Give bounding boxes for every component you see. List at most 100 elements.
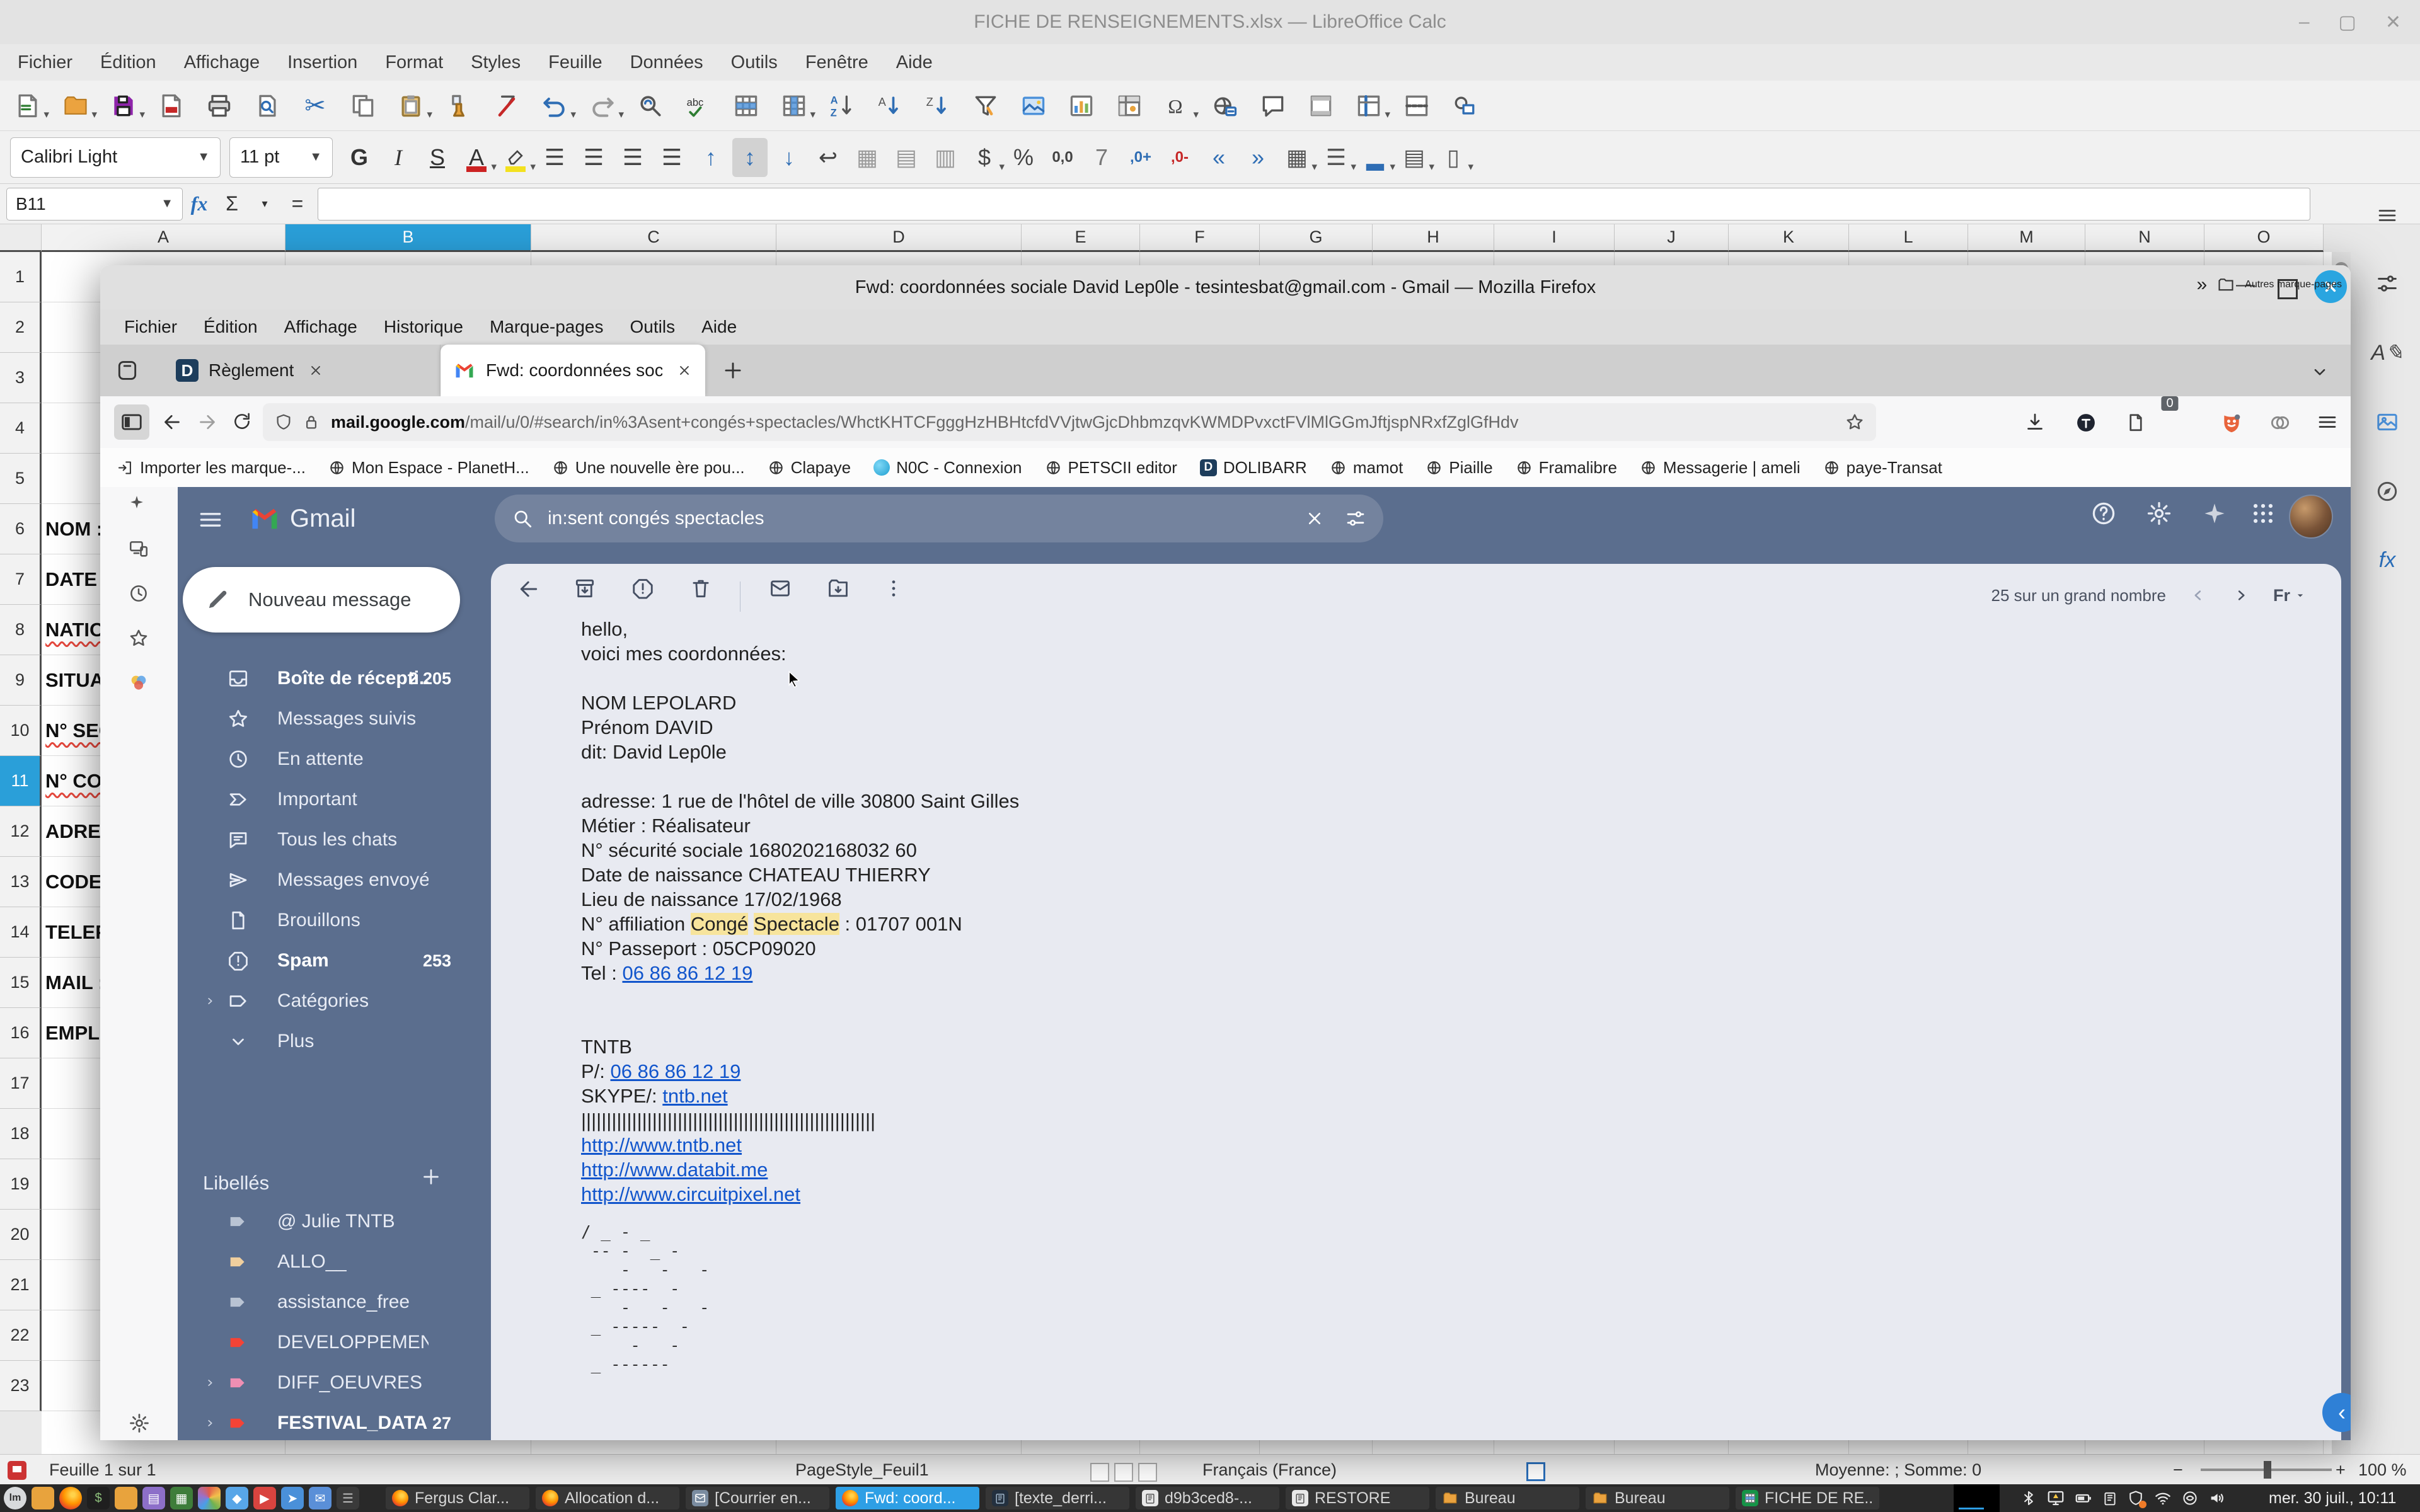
column-header-C[interactable]: C	[531, 224, 776, 252]
row-header-12[interactable]: 12	[0, 806, 42, 857]
merge-center-icon[interactable]: ▦	[850, 138, 885, 177]
bookmark-item[interactable]: Piaille	[1426, 458, 1493, 478]
cut-icon[interactable]: ✂	[295, 86, 335, 126]
column-header-H[interactable]: H	[1373, 224, 1494, 252]
tab-reglement[interactable]: D Règlement	[163, 345, 441, 396]
bookmark-item[interactable]: D DOLIBARR	[1199, 458, 1307, 478]
history-clock-icon[interactable]	[128, 583, 149, 604]
insert-row-icon[interactable]	[726, 86, 766, 126]
paste-icon[interactable]: ▾	[391, 86, 432, 126]
launcher-folder2[interactable]	[115, 1487, 137, 1509]
language-indicator[interactable]: Français (France)	[1202, 1455, 1337, 1485]
column-header-E[interactable]: E	[1022, 224, 1140, 252]
row-header-3[interactable]: 3	[0, 353, 42, 403]
autofilter-icon[interactable]	[965, 86, 1006, 126]
tab-fwd-coordonnees[interactable]: Fwd: coordonnées sociale D	[441, 345, 705, 396]
draw-shapes-icon[interactable]	[1444, 86, 1485, 126]
cell-A6[interactable]: NOM :	[45, 504, 103, 554]
bookmark-item[interactable]: Clapaye	[768, 458, 851, 478]
firefox-menu-edition[interactable]: Édition	[204, 317, 258, 337]
reload-button[interactable]	[231, 411, 253, 432]
expander-chevron-icon[interactable]	[203, 1376, 217, 1390]
spelling-icon[interactable]: abc	[678, 86, 718, 126]
email-link[interactable]: http://www.circuitpixel.net	[581, 1183, 800, 1205]
bluetooth-icon[interactable]	[2020, 1489, 2037, 1507]
cell-A9[interactable]: SITUA	[45, 655, 104, 706]
input-tools-button[interactable]: Fr	[2273, 586, 2307, 605]
open-icon[interactable]: ▾	[55, 86, 97, 126]
other-bookmarks-label[interactable]: Autres marque-pages	[2245, 279, 2342, 290]
sidebar-item-plus[interactable]: Plus	[178, 1021, 474, 1062]
font-size-combo[interactable]: 11 pt ▼	[229, 137, 333, 178]
row-header-18[interactable]: 18	[0, 1109, 42, 1159]
align-left-icon[interactable]: ☰	[537, 138, 572, 177]
calc-menu-styles[interactable]: Styles	[471, 52, 521, 73]
gmail-search-bar[interactable]: in:sent congés spectacles	[495, 495, 1383, 542]
font-color-button[interactable]: A ▾	[459, 138, 497, 177]
bookmark-item[interactable]: paye-Transat	[1823, 458, 1942, 478]
cell-A13[interactable]: CODE	[45, 857, 102, 907]
bookmark-item[interactable]: Une nouvelle ère pou...	[552, 458, 745, 478]
cell-A14[interactable]: TELEP	[45, 907, 108, 958]
row-header-2[interactable]: 2	[0, 302, 42, 353]
add-label-icon[interactable]	[420, 1166, 442, 1188]
newer-email-chevron[interactable]	[2187, 585, 2209, 606]
italic-button[interactable]: I	[381, 138, 416, 177]
taskbar-window-fwd-coord-[interactable]: Fwd: coord...	[836, 1487, 979, 1509]
underline-button[interactable]: S	[420, 138, 455, 177]
zoom-slider-handle[interactable]	[2264, 1461, 2271, 1479]
cell-A11[interactable]: N° CO	[45, 756, 102, 806]
redo-icon[interactable]: ▾	[582, 86, 624, 126]
save-icon[interactable]: ▾	[103, 86, 145, 126]
row-header-1[interactable]: 1	[0, 252, 42, 302]
bookmark-item[interactable]: PETSCII editor	[1045, 458, 1177, 478]
clear-search-icon[interactable]	[1304, 508, 1325, 529]
sidebar-item-messages-envoy-s[interactable]: Messages envoyés	[178, 860, 474, 900]
row-header-23[interactable]: 23	[0, 1361, 42, 1411]
column-header-G[interactable]: G	[1260, 224, 1373, 252]
taskbar-window-d9b3ced8-[interactable]: d9b3ced8-...	[1136, 1487, 1279, 1509]
taskbar-window-restore[interactable]: RESTORE	[1286, 1487, 1429, 1509]
calc-menu-outils[interactable]: Outils	[731, 52, 778, 73]
tracking-shield-icon[interactable]	[274, 413, 293, 432]
app-menu-icon[interactable]	[2316, 411, 2339, 433]
column-header-J[interactable]: J	[1615, 224, 1729, 252]
list-all-tabs-icon[interactable]	[2309, 361, 2331, 382]
search-icon[interactable]	[511, 507, 534, 530]
row-header-7[interactable]: 7	[0, 554, 42, 605]
email-link[interactable]: tntb.net	[662, 1085, 727, 1107]
add-decimal-icon[interactable]: ,0+	[1123, 138, 1158, 177]
move-to-icon[interactable]	[826, 576, 850, 600]
row-header-10[interactable]: 10	[0, 706, 42, 756]
number-format-icon[interactable]: 0,0	[1045, 138, 1080, 177]
calc-minimize-button[interactable]: –	[2299, 11, 2310, 33]
stats-indicator[interactable]: Moyenne: ; Somme: 0	[1815, 1455, 1981, 1485]
calc-menu-fichier[interactable]: Fichier	[18, 52, 72, 73]
row-header-15[interactable]: 15	[0, 958, 42, 1008]
gallery-icon[interactable]	[2375, 410, 2400, 435]
genai-sparkle-icon[interactable]	[128, 493, 146, 511]
taskbar-window--courrier-en-[interactable]: [Courrier en...	[686, 1487, 829, 1509]
column-header-A[interactable]: A	[42, 224, 285, 252]
copy-icon[interactable]	[343, 86, 383, 126]
email-link[interactable]: http://www.databit.me	[581, 1159, 768, 1181]
align-bottom-icon[interactable]: ↓	[771, 138, 807, 177]
email-link[interactable]: http://www.tntb.net	[581, 1134, 742, 1156]
tab-container-icon[interactable]	[115, 358, 139, 382]
freeze-panes-icon[interactable]: ▾	[1349, 86, 1390, 126]
clone-formatting-icon[interactable]	[439, 86, 479, 126]
sidebar-item-en-attente[interactable]: En attente	[178, 739, 474, 779]
report-spam-icon[interactable]	[631, 576, 655, 600]
url-bar[interactable]: mail.google.com/mail/u/0/#search/in%3Ase…	[263, 403, 1876, 441]
row-header-22[interactable]: 22	[0, 1310, 42, 1361]
sidebar-item-cat-gories[interactable]: Catégories	[178, 981, 474, 1021]
search-input[interactable]: in:sent congés spectacles	[548, 508, 1304, 529]
comment-icon[interactable]	[1253, 86, 1293, 126]
calc-menu-feuille[interactable]: Feuille	[548, 52, 602, 73]
taskbar-window-fiche-de-re-[interactable]: FICHE DE RE...	[1736, 1487, 1879, 1509]
cell-reference-box[interactable]: B11 ▼	[6, 187, 183, 220]
email-link[interactable]: 06 86 86 12 19	[611, 1060, 741, 1082]
launcher-app-blue[interactable]: ◆	[226, 1487, 248, 1509]
battery-icon[interactable]	[2074, 1489, 2093, 1508]
launcher-editor-dark[interactable]: ☰	[337, 1487, 359, 1509]
